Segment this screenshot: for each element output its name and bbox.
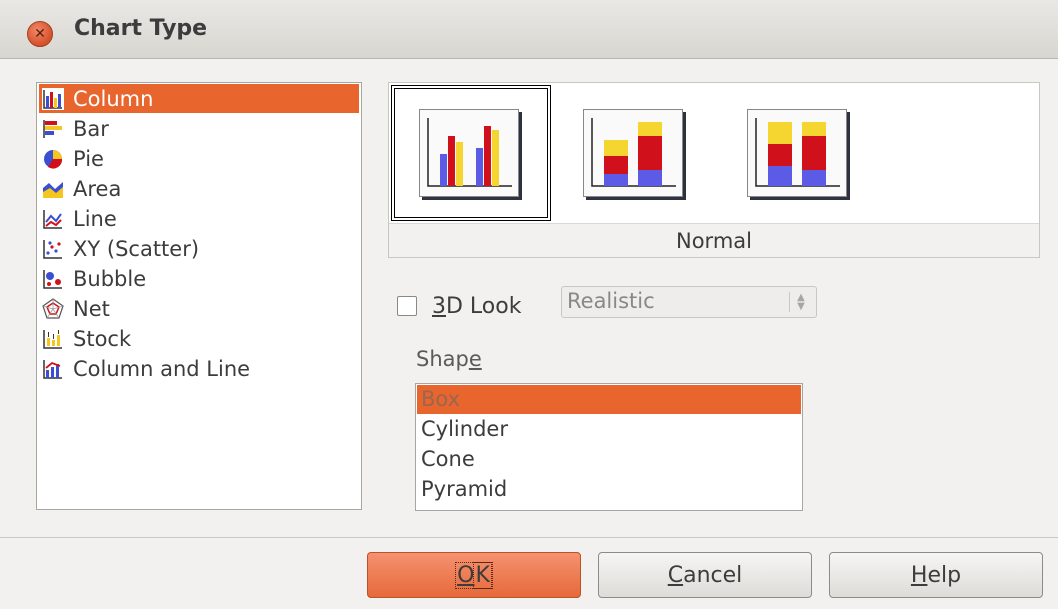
chart-variant-panel: Normal <box>388 82 1040 258</box>
3d-look-checkbox[interactable] <box>397 296 417 316</box>
chart-type-pie[interactable]: Pie <box>39 144 359 173</box>
shape-item-pyramid[interactable]: Pyramid <box>417 475 801 504</box>
bubble-chart-icon <box>43 269 62 289</box>
close-icon: ✕ <box>34 26 46 42</box>
title-bar: ✕ Chart Type <box>0 0 1058 59</box>
combo-spin-icon: ▲ ▼ <box>789 292 812 312</box>
line-chart-icon <box>43 209 62 229</box>
chart-type-column-and-line[interactable]: Column and Line <box>39 354 359 383</box>
chart-type-label: Line <box>73 206 117 231</box>
chart-type-label: Bubble <box>73 266 147 291</box>
chart-type-label: Column <box>73 86 154 111</box>
close-button[interactable]: ✕ <box>27 21 53 47</box>
chart-type-label: Net <box>73 296 110 321</box>
chart-type-line[interactable]: Line <box>39 204 359 233</box>
normal-column-preview <box>427 118 512 187</box>
bar-chart-icon <box>43 119 62 138</box>
net-chart-icon <box>42 297 64 319</box>
percent-stacked-column-preview <box>755 118 840 187</box>
dialog-title: Chart Type <box>74 16 208 41</box>
shape-label: Shape <box>416 347 482 371</box>
chart-type-bar[interactable]: Bar <box>39 114 359 143</box>
shape-item-box[interactable]: Box <box>417 385 801 414</box>
variant-caption-text: Normal <box>676 228 752 253</box>
area-chart-icon <box>43 181 63 198</box>
chart-type-label: Area <box>73 176 122 201</box>
chart-type-xy-scatter[interactable]: XY (Scatter) <box>39 234 359 263</box>
chart-type-label: Stock <box>73 326 132 351</box>
variant-caption: Normal <box>389 223 1039 257</box>
variant-normal[interactable] <box>419 109 519 197</box>
stock-chart-icon <box>43 329 62 349</box>
3d-style-value: Realistic <box>567 289 655 313</box>
chart-type-label: Pie <box>73 146 104 171</box>
shape-list[interactable]: Box Cylinder Cone Pyramid <box>415 383 803 511</box>
shape-item-cylinder[interactable]: Cylinder <box>417 415 801 444</box>
help-button[interactable]: Help <box>829 552 1043 598</box>
chart-type-net[interactable]: Net <box>39 294 359 323</box>
chart-type-stock[interactable]: Stock <box>39 324 359 353</box>
chart-type-bubble[interactable]: Bubble <box>39 264 359 293</box>
pie-chart-icon <box>44 149 63 169</box>
column-chart-icon <box>42 87 64 110</box>
chart-type-label: XY (Scatter) <box>73 236 200 261</box>
variant-percent-stacked[interactable] <box>747 109 847 197</box>
chart-type-label: Bar <box>73 116 109 141</box>
chart-type-area[interactable]: Area <box>39 174 359 203</box>
3d-look-label[interactable]: 3D Look <box>432 294 521 319</box>
chart-type-list[interactable]: Column Bar Pie Area Line XY (Scatter) Bu… <box>36 82 362 510</box>
cancel-button[interactable]: Cancel <box>598 552 812 598</box>
variant-stacked[interactable] <box>583 109 683 197</box>
ok-button[interactable]: OK <box>367 552 581 598</box>
scatter-chart-icon <box>43 239 62 259</box>
stacked-column-preview <box>591 118 676 187</box>
shape-item-cone[interactable]: Cone <box>417 445 801 474</box>
chart-type-label: Column and Line <box>73 356 251 381</box>
column-and-line-chart-icon <box>43 359 62 379</box>
3d-style-combobox[interactable]: Realistic ▲ ▼ <box>561 286 817 318</box>
chart-type-column[interactable]: Column <box>39 84 359 113</box>
